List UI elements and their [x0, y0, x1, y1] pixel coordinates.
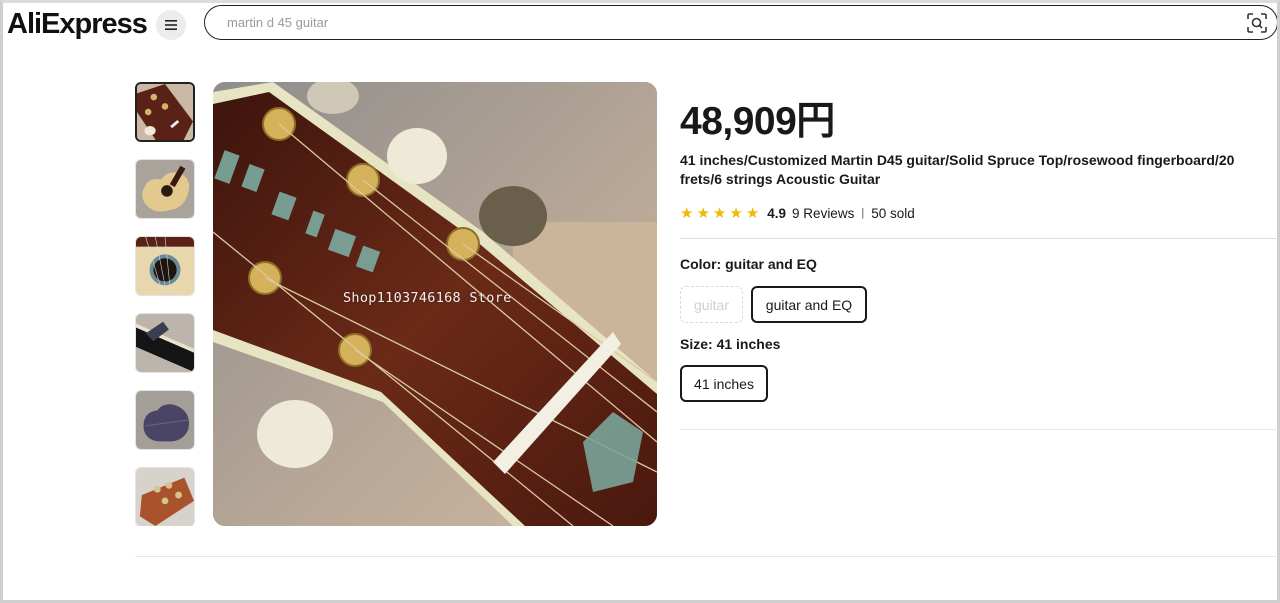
- thumbnail-2[interactable]: [135, 159, 195, 219]
- rating-separator: |: [861, 207, 865, 219]
- divider: [135, 556, 1276, 557]
- hamburger-icon: [165, 20, 177, 30]
- size-selected-value: 41 inches: [716, 336, 781, 352]
- guitar-headstock-thumbnail: [137, 84, 193, 140]
- color-option-guitar[interactable]: guitar: [680, 286, 743, 323]
- product-title: 41 inches/Customized Martin D45 guitar/S…: [680, 152, 1235, 187]
- divider: [680, 238, 1276, 239]
- star-icon: ★: [696, 204, 710, 222]
- thumbnail-gallery: [135, 82, 197, 526]
- reviews-link[interactable]: 9 Reviews: [792, 206, 854, 221]
- search-input[interactable]: [227, 6, 1207, 39]
- star-icon: ★: [729, 204, 743, 222]
- binding-thumbnail: [136, 314, 194, 372]
- thumbnail-1[interactable]: [135, 82, 195, 142]
- image-watermark: Shop1103746168 Store: [343, 290, 512, 306]
- aliexpress-logo[interactable]: AliExpress: [7, 7, 148, 41]
- color-label-text: Color:: [680, 256, 726, 272]
- guitar-body-thumbnail: [136, 160, 194, 218]
- soundhole-thumbnail: [136, 237, 194, 295]
- thumbnail-5[interactable]: [135, 390, 195, 450]
- image-search-icon[interactable]: [1247, 13, 1267, 33]
- thumbnail-3[interactable]: [135, 236, 195, 296]
- divider: [680, 429, 1276, 430]
- star-icon: ★: [680, 204, 694, 222]
- tuners-thumbnail: [136, 468, 194, 526]
- guitar-back-thumbnail: [136, 391, 194, 449]
- search-bar: [204, 5, 1278, 40]
- sold-count: 50 sold: [871, 205, 915, 221]
- color-selected-value: guitar and EQ: [725, 256, 817, 272]
- rating-row: ★ ★ ★ ★ ★ 4.9 9 Reviews | 50 sold: [680, 203, 915, 223]
- size-label: Size: 41 inches: [680, 336, 780, 352]
- main-product-image[interactable]: Shop1103746168 Store: [213, 82, 657, 526]
- thumbnail-4[interactable]: [135, 313, 195, 373]
- color-label: Color: guitar and EQ: [680, 256, 817, 272]
- color-option-guitar-and-eq[interactable]: guitar and EQ: [751, 286, 867, 323]
- rating-score: 4.9: [767, 205, 787, 221]
- product-price: 48,909円: [680, 100, 835, 143]
- star-rating: ★ ★ ★ ★ ★: [680, 206, 759, 221]
- menu-button[interactable]: [156, 10, 186, 40]
- star-icon: ★: [745, 204, 760, 222]
- size-option-41-inches[interactable]: 41 inches: [680, 365, 768, 402]
- star-icon: ★: [712, 204, 727, 222]
- thumbnail-6[interactable]: [135, 467, 195, 526]
- size-label-text: Size:: [680, 336, 717, 352]
